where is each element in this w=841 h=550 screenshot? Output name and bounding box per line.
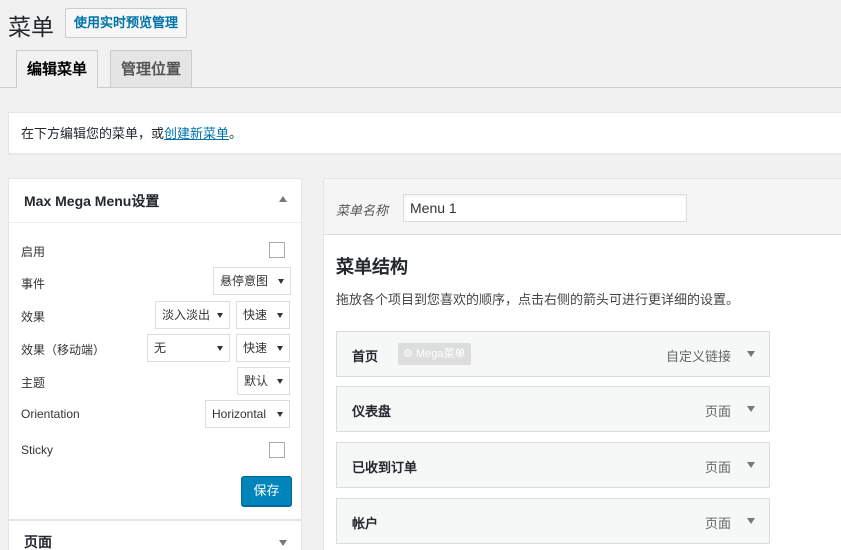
- page-title: 菜单: [8, 14, 54, 40]
- chevron-down-icon[interactable]: [747, 462, 755, 468]
- mega-menu-badge-label: Mega菜单: [415, 348, 466, 360]
- effect-mobile-value: 无: [154, 341, 167, 355]
- mega-menu-settings-panel: Max Mega Menu设置 启用 事件 悬停意图 效果 淡入淡出 快速 效果…: [8, 178, 302, 520]
- event-label: 事件: [21, 277, 46, 291]
- menu-item-title: 仪表盘: [352, 404, 392, 419]
- menu-item[interactable]: 仪表盘 页面: [336, 386, 770, 432]
- menu-structure-title: 菜单结构: [336, 257, 408, 277]
- orientation-select[interactable]: Horizontal: [205, 400, 290, 428]
- effect-speed-value: 快速: [243, 308, 268, 322]
- menu-structure-description: 拖放各个项目到您喜欢的顺序，点击右侧的箭头可进行更详细的设置。: [336, 292, 740, 307]
- effect-mobile-select[interactable]: 无: [147, 334, 230, 362]
- sticky-checkbox[interactable]: [269, 442, 285, 458]
- menu-name-label: 菜单名称: [336, 203, 389, 218]
- theme-select[interactable]: 默认: [237, 367, 290, 395]
- pages-panel: 页面: [8, 520, 302, 550]
- chevron-down-icon: [277, 379, 283, 384]
- menu-item-type: 页面: [704, 460, 731, 475]
- menu-item-type: 页面: [704, 516, 731, 531]
- save-button[interactable]: 保存: [241, 476, 292, 506]
- theme-label: 主题: [21, 376, 46, 390]
- theme-select-value: 默认: [244, 374, 269, 388]
- menu-name-bar: 菜单名称 Menu 1: [324, 179, 841, 235]
- effect-mobile-speed-select[interactable]: 快速: [236, 334, 290, 362]
- chevron-down-icon: [277, 346, 283, 351]
- event-select[interactable]: 悬停意图: [213, 267, 291, 295]
- tab-edit-menus[interactable]: 编辑菜单: [16, 50, 99, 88]
- effect-select[interactable]: 淡入淡出: [155, 301, 230, 329]
- notice-bar: 在下方编辑您的菜单，或创建新菜单。: [8, 112, 841, 154]
- effect-label: 效果: [21, 310, 46, 324]
- enabled-label: 启用: [21, 245, 46, 259]
- menu-edit-panel: 菜单名称 Menu 1 菜单结构 拖放各个项目到您喜欢的顺序，点击右侧的箭头可进…: [323, 178, 841, 550]
- notice-suffix: 。: [229, 126, 243, 141]
- create-new-menu-link[interactable]: 创建新菜单: [164, 126, 229, 141]
- orientation-label: Orientation: [21, 407, 80, 421]
- chevron-down-icon: [277, 412, 283, 417]
- collapse-up-icon[interactable]: [279, 196, 287, 202]
- notice-prefix: 在下方编辑您的菜单，或: [21, 126, 165, 141]
- menu-item[interactable]: 已收到订单 页面: [336, 442, 770, 488]
- menu-name-input[interactable]: Menu 1: [403, 194, 687, 222]
- menu-item-title: 帐户: [352, 516, 379, 531]
- expand-down-icon[interactable]: [279, 540, 287, 546]
- chevron-down-icon[interactable]: [747, 518, 755, 524]
- effect-speed-select[interactable]: 快速: [236, 301, 290, 329]
- orientation-select-value: Horizontal: [212, 407, 267, 421]
- chevron-down-icon: [217, 313, 223, 318]
- settings-panel-title: Max Mega Menu设置: [24, 193, 160, 209]
- chevron-down-icon[interactable]: [747, 351, 755, 357]
- menu-item[interactable]: 帐户 页面: [336, 498, 770, 544]
- tab-manage-locations[interactable]: 管理位置: [110, 50, 193, 87]
- event-select-value: 悬停意图: [220, 274, 269, 288]
- settings-panel-header[interactable]: Max Mega Menu设置: [9, 179, 301, 223]
- pages-panel-header[interactable]: 页面: [9, 522, 301, 550]
- chevron-down-icon: [277, 313, 283, 318]
- live-preview-button[interactable]: 使用实时预览管理: [65, 8, 188, 38]
- menu-item-type: 自定义链接: [665, 349, 731, 364]
- gear-icon: ⚙: [403, 348, 413, 360]
- chevron-down-icon[interactable]: [747, 406, 755, 412]
- sticky-label: Sticky: [21, 443, 54, 457]
- menu-item-type: 页面: [704, 404, 731, 419]
- effect-select-value: 淡入淡出: [162, 308, 211, 322]
- enabled-checkbox[interactable]: [269, 242, 285, 258]
- chevron-down-icon: [217, 346, 223, 351]
- menu-item[interactable]: 首页 ⚙ Mega菜单 自定义链接: [336, 331, 770, 377]
- menu-item-title: 已收到订单: [352, 460, 418, 475]
- effect-mobile-speed-value: 快速: [243, 341, 268, 355]
- mega-menu-badge[interactable]: ⚙ Mega菜单: [398, 343, 472, 365]
- chevron-down-icon: [278, 279, 284, 284]
- effect-mobile-label: 效果（移动端）: [21, 343, 106, 357]
- pages-panel-title: 页面: [24, 534, 52, 550]
- menu-item-title: 首页: [352, 349, 379, 364]
